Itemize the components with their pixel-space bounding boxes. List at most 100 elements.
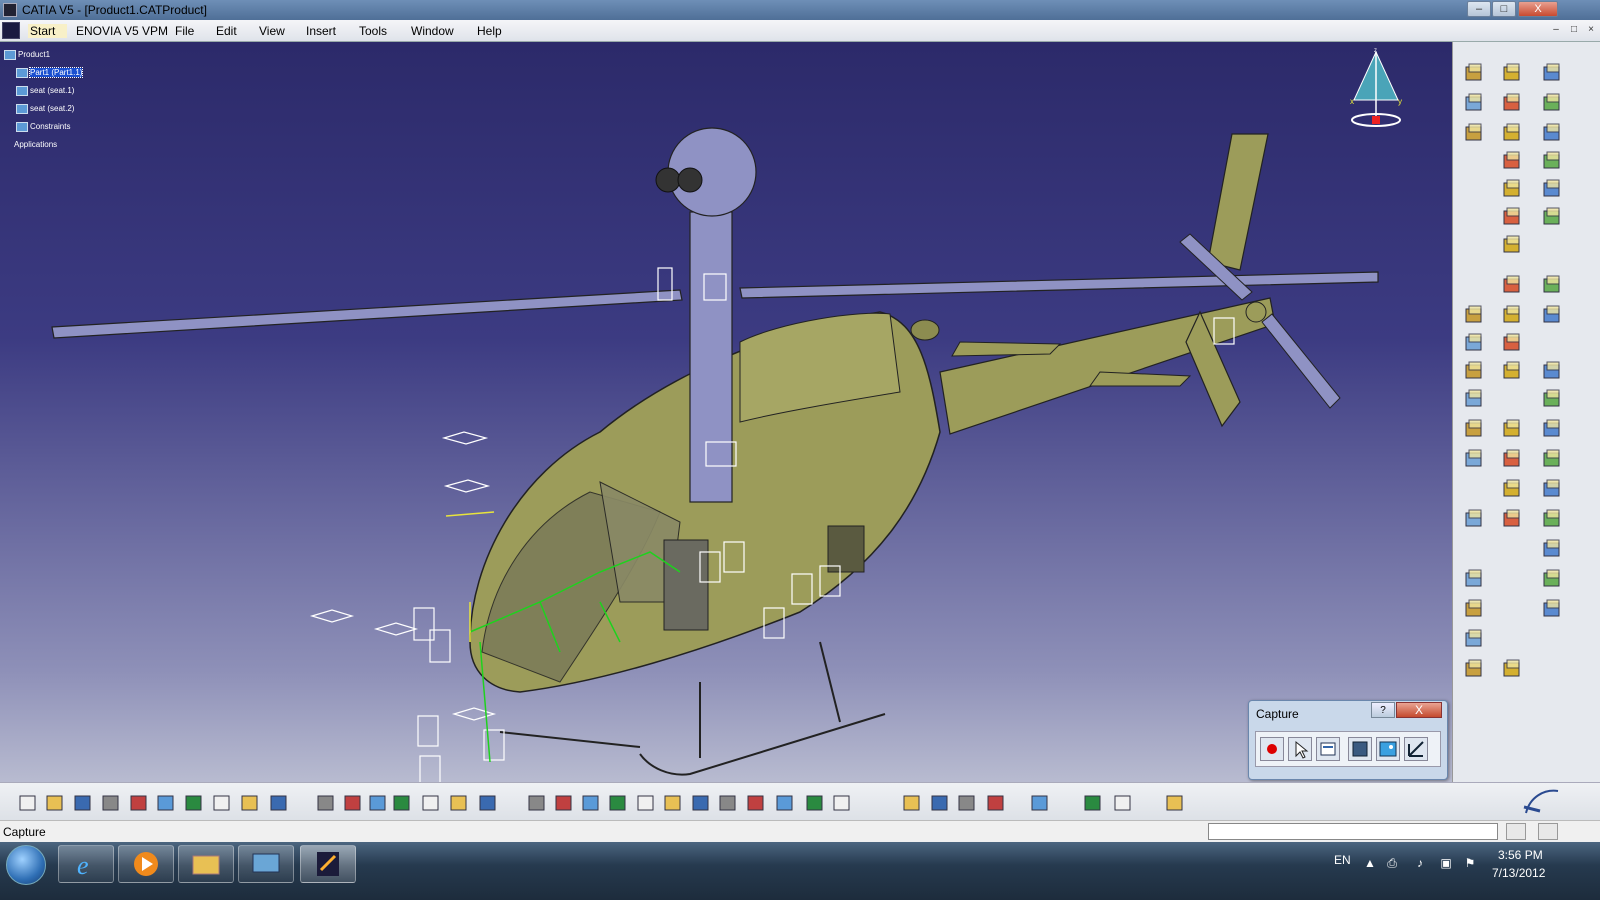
normal-view-icon[interactable] — [691, 793, 711, 813]
measure-icon[interactable] — [1463, 388, 1485, 410]
tools-icon[interactable] — [1030, 793, 1050, 813]
menu-insert[interactable]: Insert — [306, 24, 336, 38]
shape-icon-3[interactable] — [1541, 388, 1563, 410]
shape-icon-10[interactable] — [1541, 598, 1563, 620]
pcs-icon[interactable] — [1541, 92, 1563, 114]
catia-logo-icon[interactable] — [2, 22, 20, 39]
compass-icon[interactable]: x y z — [1344, 48, 1408, 128]
internet-explorer-icon[interactable]: e — [58, 845, 114, 883]
capture-settings-icon[interactable] — [1404, 737, 1428, 761]
constraint-icon-2[interactable] — [1501, 448, 1523, 470]
windows-start-button[interactable] — [6, 845, 46, 885]
axis-system-icon[interactable] — [1501, 508, 1523, 530]
table-icon[interactable] — [392, 793, 412, 813]
doc-minimize-button[interactable]: – — [1548, 23, 1564, 38]
capture-close-button[interactable]: X — [1396, 702, 1442, 718]
tree-item-part1[interactable]: Part1 (Part1.1) — [16, 67, 84, 79]
zoom-in-icon[interactable] — [636, 793, 656, 813]
iso-view-icon[interactable] — [746, 793, 766, 813]
line-icon[interactable] — [1501, 304, 1523, 326]
pocket-icon[interactable] — [1501, 122, 1523, 144]
remote-desktop-icon[interactable] — [238, 845, 294, 883]
flag-note-icon[interactable] — [1463, 92, 1485, 114]
fly-mode-icon[interactable] — [527, 793, 547, 813]
cube-icon[interactable] — [1463, 568, 1485, 590]
pad-icon[interactable] — [1501, 92, 1523, 114]
manipulate-icon[interactable] — [930, 793, 950, 813]
command-clear-button[interactable] — [1538, 823, 1558, 840]
catalog-icon[interactable] — [421, 793, 441, 813]
minimize-button[interactable]: – — [1467, 1, 1491, 17]
shape-icon-4[interactable] — [1541, 418, 1563, 440]
catia-app-icon[interactable] — [3, 3, 17, 17]
render-icon-2[interactable] — [1463, 332, 1485, 354]
link-icon[interactable] — [1463, 658, 1485, 680]
shape-icon-2[interactable] — [1541, 360, 1563, 382]
menu-enovia[interactable]: ENOVIA V5 VPM — [76, 24, 168, 38]
menu-tools[interactable]: Tools — [359, 24, 387, 38]
snap-icon[interactable] — [957, 793, 977, 813]
hide-show-icon[interactable] — [775, 793, 795, 813]
printer-icon[interactable]: ⎙ — [1384, 856, 1400, 870]
point-icon[interactable] — [1501, 274, 1523, 296]
catalog-browser-icon[interactable] — [1083, 793, 1103, 813]
menu-help[interactable]: Help — [477, 24, 502, 38]
formula-icon[interactable] — [316, 793, 336, 813]
tree-item-seat2[interactable]: seat (seat.2) — [16, 104, 74, 114]
grid-icon-2[interactable] — [1541, 150, 1563, 172]
box-icon[interactable] — [1501, 234, 1523, 256]
help-button[interactable]: ? — [1371, 702, 1395, 718]
menu-file[interactable]: File — [175, 24, 194, 38]
shape-icon[interactable] — [1501, 360, 1523, 382]
gear-icon[interactable] — [1541, 62, 1563, 84]
camera-icon[interactable] — [1463, 508, 1485, 530]
command-history-button[interactable] — [1506, 823, 1526, 840]
knowledge-icon[interactable] — [368, 793, 388, 813]
3d-viewport[interactable]: Product1 Part1 (Part1.1) seat (seat.1) s… — [0, 42, 1452, 782]
options-icon[interactable] — [1316, 737, 1340, 761]
copy-icon[interactable] — [156, 793, 176, 813]
show-hidden-icons[interactable]: ▲ — [1362, 856, 1378, 870]
clock-time[interactable]: 3:56 PM — [1498, 848, 1543, 862]
undo-icon[interactable] — [212, 793, 232, 813]
maximize-button[interactable]: □ — [1492, 1, 1516, 17]
comment-icon[interactable] — [343, 793, 363, 813]
power-input[interactable] — [1208, 823, 1498, 840]
catia-icon[interactable] — [300, 845, 356, 883]
shape-icon-8[interactable] — [1541, 538, 1563, 560]
helicopter-model[interactable] — [0, 42, 1452, 782]
tree-item-seat1[interactable]: seat (seat.1) — [16, 86, 74, 96]
close-button[interactable]: X — [1518, 1, 1558, 17]
cube-icon-2[interactable] — [1463, 598, 1485, 620]
render-icon[interactable] — [1463, 304, 1485, 326]
record-icon[interactable] — [1260, 737, 1284, 761]
section-icon[interactable] — [1501, 178, 1523, 200]
image-album-icon[interactable] — [1376, 737, 1400, 761]
grid-icon[interactable] — [1541, 122, 1563, 144]
print-icon[interactable] — [101, 793, 121, 813]
screen-capture-icon[interactable] — [1348, 737, 1372, 761]
text-annotation-icon[interactable] — [1463, 62, 1485, 84]
file-explorer-icon[interactable] — [178, 845, 234, 883]
volume-icon[interactable]: ♪ — [1412, 856, 1428, 870]
swap-space-icon[interactable] — [805, 793, 825, 813]
shape-icon-6[interactable] — [1541, 478, 1563, 500]
menu-start[interactable]: Start — [28, 24, 68, 38]
sketch-icon[interactable] — [1541, 304, 1563, 326]
language-indicator[interactable]: EN — [1334, 853, 1351, 867]
shape-icon-5[interactable] — [1541, 448, 1563, 470]
grid-icon-3[interactable] — [1541, 178, 1563, 200]
explode-icon[interactable] — [986, 793, 1006, 813]
pan-icon[interactable] — [581, 793, 601, 813]
plane-icon[interactable] — [1501, 332, 1523, 354]
redo-icon[interactable] — [240, 793, 260, 813]
doc-close-button[interactable]: × — [1583, 23, 1599, 38]
snapshot-icon[interactable] — [1463, 122, 1485, 144]
cut-icon[interactable] — [129, 793, 149, 813]
fit-all-icon[interactable] — [554, 793, 574, 813]
menu-window[interactable]: Window — [411, 24, 454, 38]
part-design-icon[interactable] — [1501, 62, 1523, 84]
lock-icon[interactable] — [449, 793, 469, 813]
drafting-icon[interactable] — [1501, 150, 1523, 172]
media-player-icon[interactable] — [118, 845, 174, 883]
